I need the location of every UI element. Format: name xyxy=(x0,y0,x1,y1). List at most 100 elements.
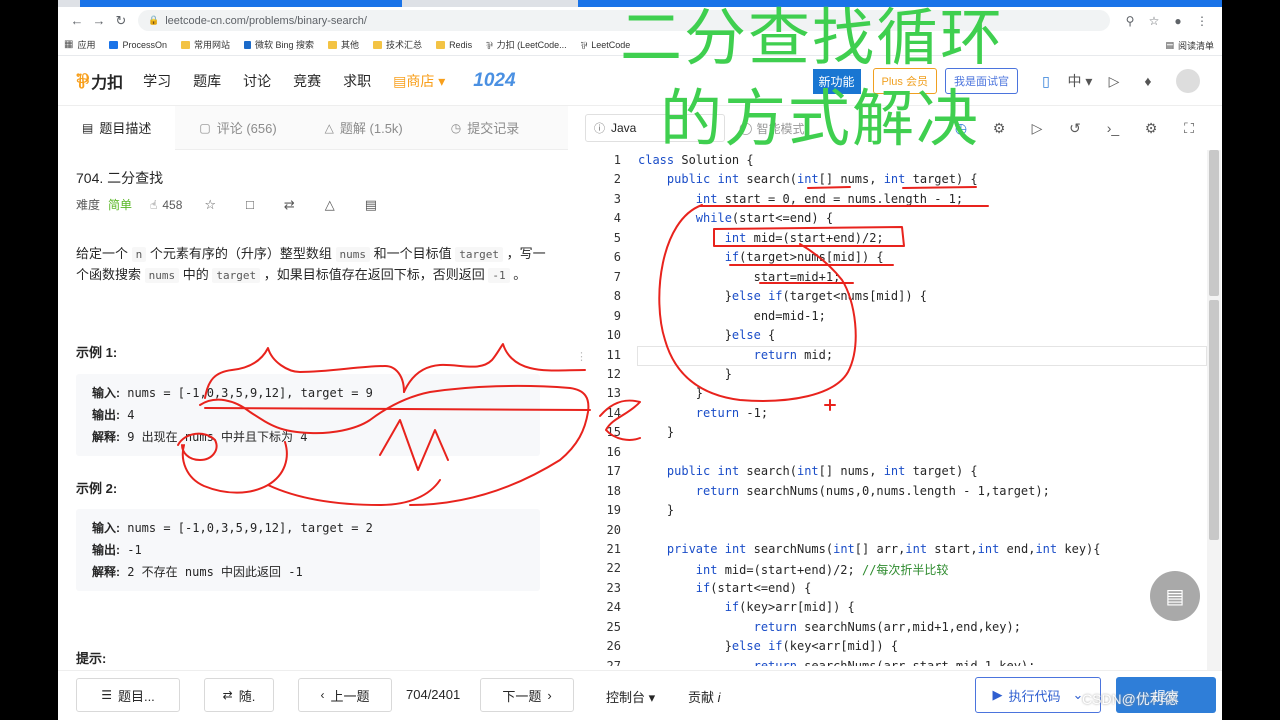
tab-description[interactable]: ▤ 题目描述 xyxy=(58,106,176,150)
gear-icon[interactable]: ⚙ xyxy=(1132,120,1170,137)
notify-bell-icon[interactable]: △ xyxy=(325,197,335,213)
bookmark-other[interactable]: 其他 xyxy=(328,38,359,51)
bookmark-apps[interactable]: ▦ 应用 xyxy=(64,38,95,51)
debug-icon[interactable]: ▷ xyxy=(1018,120,1056,137)
feedback-icon[interactable]: ▤ xyxy=(365,197,377,213)
line-number: 8 xyxy=(613,289,621,304)
random-problem-button[interactable]: ⇄ 随. xyxy=(204,678,274,712)
tab-submissions[interactable]: ◷ 提交记录 xyxy=(427,106,544,150)
event-badge[interactable]: 1024 xyxy=(473,70,515,92)
code-line: while(start<=end) { xyxy=(695,211,834,226)
bookmark-bing[interactable]: 微软 Bing 搜索 xyxy=(244,38,314,51)
profile-icon[interactable]: ● xyxy=(1166,14,1190,28)
code-keyword: int xyxy=(905,542,928,556)
bottom-bar: ☰ 题目... ⇄ 随. ‹ 上一题 704/2401 下一题 › 控制台 ▾ 贡献 i… xyxy=(58,670,1222,720)
bookmark-leetcode-cn[interactable]: ⅌ 力扣 (LeetCode... xyxy=(486,38,567,52)
notes-button[interactable]: ▤ xyxy=(1150,571,1200,621)
inline-code: -1 xyxy=(488,268,510,283)
star-icon[interactable]: ☆ xyxy=(1142,14,1166,28)
next-problem-button[interactable]: 下一题 › xyxy=(480,678,574,712)
code-keyword: return xyxy=(695,405,740,420)
line-number: 5 xyxy=(613,230,621,245)
difficulty-label: 难度 xyxy=(76,198,101,212)
prev-problem-button[interactable]: ‹ 上一题 xyxy=(298,678,392,712)
scrollbar-thumb[interactable] xyxy=(1209,150,1219,296)
nav-store[interactable]: ▤商店 ▾ xyxy=(393,71,445,91)
code-keyword: int xyxy=(883,464,906,479)
zoom-icon[interactable]: ⚲ xyxy=(1118,14,1142,28)
bookmark-redis[interactable]: Redis xyxy=(436,40,472,50)
url-text: leetcode-cn.com/problems/binary-search/ xyxy=(165,14,367,27)
avatar[interactable] xyxy=(1176,69,1200,93)
reading-list-icon: ▤ xyxy=(1165,39,1174,50)
line-number: 4 xyxy=(613,211,621,226)
bookmark-tech[interactable]: 技术汇总 xyxy=(373,38,422,51)
editor-scrollbar[interactable] xyxy=(1207,150,1221,670)
language-switch[interactable]: 中 ▾ xyxy=(1066,71,1094,91)
translate-icon[interactable]: ⇄ xyxy=(284,197,295,213)
line-number: 15 xyxy=(606,425,621,440)
chevron-right-icon: › xyxy=(547,687,552,703)
nav-problems[interactable]: 题库 xyxy=(193,71,221,91)
code-keyword: if xyxy=(695,580,711,595)
example-2-heading: 示例 2: xyxy=(76,481,118,496)
code-line: }else if(target<nums[mid]) { xyxy=(638,289,928,304)
code-line: private int searchNums(int[] arr,int sta… xyxy=(666,542,1101,556)
code-keyword: while xyxy=(695,211,732,226)
bookmark-common-sites[interactable]: 常用网站 xyxy=(181,38,230,51)
nav-contest[interactable]: 竞赛 xyxy=(293,71,321,91)
nav-jobs[interactable]: 求职 xyxy=(343,71,371,91)
bookmark-processon[interactable]: ProcessOn xyxy=(109,40,167,50)
problem-list-button[interactable]: ☰ 题目... xyxy=(76,678,180,712)
bell-icon[interactable]: ♦ xyxy=(1134,73,1162,89)
scrollbar-thumb[interactable] xyxy=(1209,300,1219,540)
console-icon[interactable]: ›_ xyxy=(1094,120,1132,136)
code-keyword: int xyxy=(717,172,740,187)
code-line: if(target>nums[mid]) { xyxy=(724,250,884,265)
star-icon[interactable]: ☆ xyxy=(204,197,216,213)
nav-discuss[interactable]: 讨论 xyxy=(243,71,271,91)
code-keyword: return xyxy=(753,347,797,362)
code-keyword: if xyxy=(724,250,740,265)
code-line: }else { xyxy=(638,328,776,343)
hints-heading: 提示: xyxy=(76,651,107,666)
problem-counter: 704/2401 xyxy=(406,687,461,702)
code-keyword: int xyxy=(833,542,855,556)
playground-icon[interactable]: ▷ xyxy=(1100,73,1128,90)
forward-icon[interactable]: → xyxy=(88,13,110,28)
code-keyword: public xyxy=(666,464,711,479)
thumbs-up-icon: ☝ xyxy=(150,197,158,212)
site-logo[interactable]: ⅌ 力扣 xyxy=(76,67,123,94)
line-number: 7 xyxy=(613,269,621,284)
example-1-box: 输入: nums = [-1,0,3,5,9,12], target = 9 输… xyxy=(76,374,540,456)
folder-icon xyxy=(436,40,446,49)
reset-icon[interactable]: ↺ xyxy=(1056,120,1094,137)
tab-solutions[interactable]: △ 题解 (1.5k) xyxy=(301,106,427,150)
fullscreen-icon[interactable]: ⛶ xyxy=(1170,120,1208,137)
contribute-link[interactable]: 贡献 i xyxy=(688,687,721,706)
leetcode-logo-icon: ⅌ xyxy=(76,71,90,93)
info-icon: ⓘ xyxy=(594,123,605,135)
mobile-icon[interactable]: ▯ xyxy=(1032,73,1060,90)
code-line: int mid=(start+end)/2; //每次折半比较 xyxy=(695,563,949,578)
reload-icon[interactable]: ↻ xyxy=(110,13,132,29)
share-icon[interactable]: □ xyxy=(246,197,254,212)
code-keyword: return xyxy=(695,483,740,498)
editor-panel: ⓘ Java ◯ 智能模式 ◷ ⚙ ▷ ↺ ›_ ⚙ ⛶ 1 2 3 4 5 6 7 8 9 10 11… xyxy=(585,106,1222,666)
tab-comments[interactable]: ▢ 评论 (656) xyxy=(175,106,300,150)
line-number: 2 xyxy=(613,172,621,187)
like-button[interactable]: ☝ 458 xyxy=(150,198,182,212)
back-icon[interactable]: ← xyxy=(66,13,88,28)
console-toggle[interactable]: 控制台 ▾ xyxy=(606,687,655,706)
line-number: 20 xyxy=(606,522,621,537)
code-editor[interactable]: 1 2 3 4 5 6 7 8 9 10 11 12 13 14 15 16 17 18 19 20 21 22 23 24 2… xyxy=(585,150,1210,666)
problem-panel: ▤ 题目描述 ▢ 评论 (656) △ 题解 (1.5k) ◷ 提交记录 704. 二分… xyxy=(58,106,568,666)
reading-list[interactable]: ▤ 阅读清单 xyxy=(1165,34,1214,56)
nav-learn[interactable]: 学习 xyxy=(143,71,171,91)
code-line: public int search(int[] nums, int target… xyxy=(666,172,978,187)
browser-tab[interactable] xyxy=(80,0,402,7)
settings-icon[interactable]: ⚙ xyxy=(980,120,1018,137)
menu-icon[interactable]: ⋮ xyxy=(1190,14,1214,28)
folder-icon xyxy=(328,40,338,49)
line-number: 12 xyxy=(606,366,621,381)
